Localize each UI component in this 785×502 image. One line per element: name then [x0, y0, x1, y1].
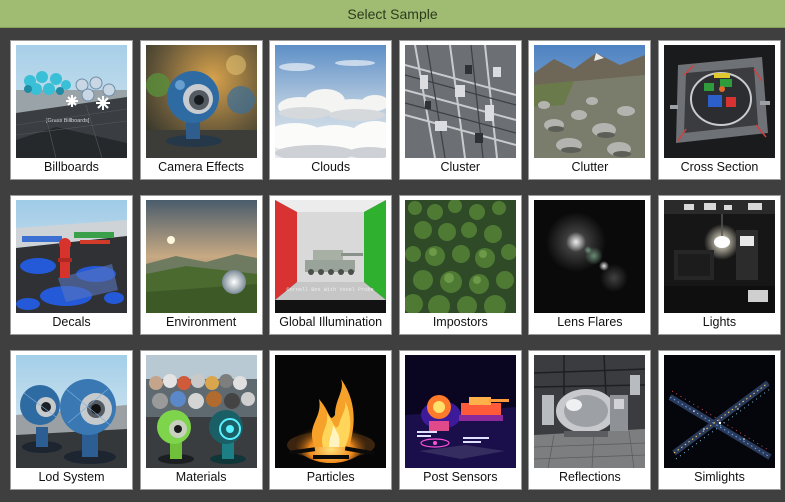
- reflections-thumbnail: [534, 355, 646, 468]
- sample-label: Clouds: [311, 160, 351, 174]
- sample-label: Materials: [175, 470, 227, 484]
- sample-card-camera-effects[interactable]: Camera Effects: [139, 40, 263, 180]
- sample-card-global-illumination[interactable]: Cornell Box With Voxel Probe Global Illu…: [269, 195, 393, 335]
- lights-thumbnail: [663, 200, 775, 313]
- sample-label: Impostors: [432, 315, 488, 329]
- sample-card-materials[interactable]: Materials: [139, 350, 263, 490]
- sample-card-reflections[interactable]: Reflections: [528, 350, 652, 490]
- sample-label: Cross Section: [680, 160, 759, 174]
- post-sensors-thumbnail: [404, 355, 516, 468]
- lens-flares-thumbnail: [534, 200, 646, 313]
- sample-label: Global Illumination: [279, 315, 383, 329]
- decals-thumbnail: [16, 200, 127, 313]
- global-illumination-thumbnail: Cornell Box With Voxel Probe: [275, 200, 387, 313]
- sample-grid: [Grass Billboards] Billboards Camera Eff…: [10, 40, 781, 490]
- title-bar: Select Sample: [0, 0, 785, 28]
- gi-thumb-caption: Cornell Box With Voxel Probe: [287, 287, 374, 293]
- cluster-thumbnail: [404, 45, 516, 158]
- sample-card-lod-system[interactable]: Lod System: [10, 350, 133, 490]
- sample-card-lens-flares[interactable]: Lens Flares: [528, 195, 652, 335]
- sample-card-clutter[interactable]: Clutter: [528, 40, 652, 180]
- sample-card-post-sensors[interactable]: Post Sensors: [398, 350, 522, 490]
- sample-label: Lod System: [38, 470, 105, 484]
- sample-label: Reflections: [558, 470, 621, 484]
- sample-card-simlights[interactable]: Simlights: [657, 350, 781, 490]
- sample-card-cross-section[interactable]: Cross Section: [657, 40, 781, 180]
- billboards-thumb-caption: [Grass Billboards]: [46, 118, 90, 124]
- sample-label: Particles: [306, 470, 355, 484]
- clouds-thumbnail: [275, 45, 387, 158]
- sample-label: Clutter: [571, 160, 609, 174]
- cross-section-thumbnail: [663, 45, 775, 158]
- materials-thumbnail: [145, 355, 257, 468]
- particles-thumbnail: [275, 355, 387, 468]
- sample-card-cluster[interactable]: Cluster: [398, 40, 522, 180]
- sample-card-decals[interactable]: Decals: [10, 195, 133, 335]
- clutter-thumbnail: [534, 45, 646, 158]
- billboards-thumbnail: [Grass Billboards]: [16, 45, 127, 158]
- impostors-thumbnail: [404, 200, 516, 313]
- sample-label: Lights: [702, 315, 737, 329]
- sample-card-environment[interactable]: Environment: [139, 195, 263, 335]
- lod-system-thumbnail: [16, 355, 127, 468]
- sample-label: Simlights: [694, 470, 745, 484]
- window-title: Select Sample: [347, 5, 438, 22]
- sample-label: Post Sensors: [423, 470, 498, 484]
- sample-card-billboards[interactable]: [Grass Billboards] Billboards: [10, 40, 133, 180]
- sample-label: Camera Effects: [158, 160, 245, 174]
- sample-label: Environment: [166, 315, 237, 329]
- sample-card-clouds[interactable]: Clouds: [269, 40, 393, 180]
- sample-card-impostors[interactable]: Impostors: [398, 195, 522, 335]
- environment-thumbnail: [145, 200, 257, 313]
- sample-card-lights[interactable]: Lights: [657, 195, 781, 335]
- simlights-thumbnail: [663, 355, 775, 468]
- sample-card-particles[interactable]: Particles: [269, 350, 393, 490]
- sample-label: Cluster: [440, 160, 481, 174]
- sample-label: Decals: [52, 315, 91, 329]
- sample-label: Lens Flares: [557, 315, 623, 329]
- camera-effects-thumbnail: [145, 45, 257, 158]
- sample-label: Billboards: [44, 160, 99, 174]
